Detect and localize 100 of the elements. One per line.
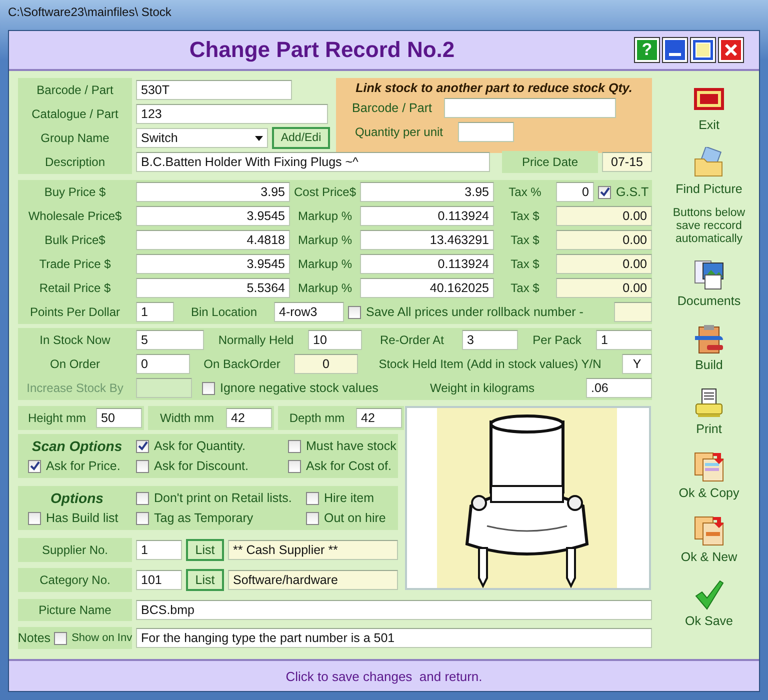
input-field[interactable]: 0.113924 xyxy=(360,254,494,274)
input-field[interactable]: For the hanging type the part number is a 501 xyxy=(136,628,652,648)
input-field[interactable]: 42 xyxy=(226,408,272,428)
field-label: Catalogue / Part xyxy=(18,102,132,126)
input-field[interactable]: 1 xyxy=(596,330,652,350)
checkbox-label[interactable]: Ask for Discount. xyxy=(154,459,248,473)
input-field[interactable]: 101 xyxy=(136,570,182,590)
sidebar-button[interactable]: Exit xyxy=(693,83,725,132)
checkbox-label[interactable]: G.S.T xyxy=(616,185,649,199)
checkbox-label[interactable]: Out on hire xyxy=(324,511,386,525)
field-label: Description xyxy=(18,150,132,174)
list-button[interactable]: List xyxy=(186,539,224,561)
checkbox-label[interactable]: Show on Inv xyxy=(72,632,132,644)
checkbox-label[interactable]: Save All prices under rollback number - xyxy=(366,305,584,319)
checkbox[interactable] xyxy=(136,460,149,472)
field-label: Increase Stock By xyxy=(26,380,124,397)
checkbox-label[interactable]: Tag as Temporary xyxy=(154,511,254,525)
input-field[interactable]: 123 xyxy=(136,104,328,124)
sidebar-button[interactable]: Build xyxy=(693,323,725,372)
input-field[interactable]: 0.00 xyxy=(556,278,652,298)
checkbox[interactable] xyxy=(54,632,67,644)
input-field[interactable] xyxy=(458,122,514,142)
input-field[interactable]: 0 xyxy=(136,354,190,374)
input-field[interactable]: 1 xyxy=(136,302,174,322)
input-field[interactable] xyxy=(136,378,192,398)
checkbox-label[interactable]: Has Build list xyxy=(46,511,118,525)
checkbox[interactable] xyxy=(306,512,319,524)
checkbox[interactable] xyxy=(136,512,149,524)
input-field[interactable]: B.C.Batten Holder With Fixing Plugs ~^ xyxy=(136,152,490,172)
checkbox[interactable] xyxy=(136,492,149,504)
input-field[interactable]: 0.113924 xyxy=(360,206,494,226)
field-label: Quantity per unit xyxy=(354,124,444,141)
input-field[interactable] xyxy=(444,98,616,118)
input-field[interactable] xyxy=(614,302,652,322)
input-field[interactable]: 10 xyxy=(308,330,362,350)
sidebar-button[interactable]: Find Picture xyxy=(676,147,742,196)
checkbox-label[interactable]: Ask for Cost of. xyxy=(306,459,392,473)
sidebar-button[interactable]: Print xyxy=(693,387,725,436)
checkbox[interactable] xyxy=(288,440,301,452)
field-label: Retail Price $ xyxy=(38,280,112,297)
checkbox-label[interactable]: Ignore negative stock values xyxy=(220,381,378,395)
field-label: Points Per Dollar xyxy=(28,304,122,321)
input-field[interactable]: 0.00 xyxy=(556,230,652,250)
close-button[interactable] xyxy=(719,38,743,62)
field-label: Markup % xyxy=(296,256,354,273)
checkbox-label[interactable]: Hire item xyxy=(324,491,374,505)
input-field[interactable]: 4.4818 xyxy=(136,230,290,250)
field-label: Price Date xyxy=(502,151,598,173)
input-field[interactable]: 3.95 xyxy=(360,182,494,202)
input-field[interactable]: BCS.bmp xyxy=(136,600,652,620)
input-field[interactable]: 42 xyxy=(356,408,402,428)
field-label: Markup % xyxy=(296,232,354,249)
input-field[interactable]: 3 xyxy=(462,330,518,350)
input-field[interactable]: Y xyxy=(622,354,652,374)
input-field[interactable]: 07-15 xyxy=(602,152,652,172)
sidebar-button[interactable]: Documents xyxy=(677,259,741,308)
checkbox[interactable] xyxy=(598,186,611,198)
input-field[interactable]: 13.463291 xyxy=(360,230,494,250)
field-label: Tax % xyxy=(508,184,542,201)
checkbox[interactable] xyxy=(348,306,361,318)
input-field[interactable]: 40.162025 xyxy=(360,278,494,298)
checkbox[interactable] xyxy=(136,440,149,452)
input-field[interactable]: 3.95 xyxy=(136,182,290,202)
checkbox[interactable] xyxy=(288,460,301,472)
checkbox-label[interactable]: Ask for Price. xyxy=(46,459,120,473)
input-field[interactable]: 3.9545 xyxy=(136,206,290,226)
checkbox[interactable] xyxy=(28,512,41,524)
checkbox-label[interactable]: Don't print on Retail lists. xyxy=(154,491,292,505)
minimize-button[interactable] xyxy=(663,38,687,62)
input-field[interactable]: 4-row3 xyxy=(274,302,344,322)
input-field[interactable]: .06 xyxy=(586,378,652,398)
maximize-icon xyxy=(695,42,711,58)
input-field[interactable]: 3.9545 xyxy=(136,254,290,274)
input-field[interactable]: ** Cash Supplier ** xyxy=(228,540,398,560)
input-field[interactable]: 0.00 xyxy=(556,206,652,226)
input-field[interactable]: 50 xyxy=(96,408,142,428)
checkbox-label[interactable]: Must have stock xyxy=(306,439,396,453)
checkbox[interactable] xyxy=(202,382,215,394)
input-field[interactable]: 0 xyxy=(556,182,594,202)
sidebar-button[interactable]: Ok & New xyxy=(680,515,738,564)
list-button[interactable]: List xyxy=(186,569,224,591)
documents-icon xyxy=(692,259,725,291)
input-field[interactable]: 5 xyxy=(136,330,204,350)
input-field[interactable]: 1 xyxy=(136,540,182,560)
field-label: Normally Held xyxy=(217,332,295,349)
checkbox[interactable] xyxy=(306,492,319,504)
input-field[interactable]: Software/hardware xyxy=(228,570,398,590)
input-field[interactable]: 5.5364 xyxy=(136,278,290,298)
sidebar-button[interactable]: Ok Save xyxy=(685,579,733,628)
checkbox[interactable] xyxy=(28,460,41,472)
input-field[interactable]: 0 xyxy=(294,354,358,374)
group-dropdown[interactable]: Switch xyxy=(136,128,268,148)
input-field[interactable]: 0.00 xyxy=(556,254,652,274)
section-title: Scan Options xyxy=(30,438,124,454)
add-edit-button[interactable]: Add/Edi xyxy=(272,127,330,149)
input-field[interactable]: 530T xyxy=(136,80,292,100)
checkbox-label[interactable]: Ask for Quantity. xyxy=(154,439,246,453)
sidebar-button[interactable]: Ok & Copy xyxy=(678,451,740,500)
maximize-button[interactable] xyxy=(691,38,715,62)
save-hint-bar[interactable]: Click to save changes and return. xyxy=(9,659,759,691)
